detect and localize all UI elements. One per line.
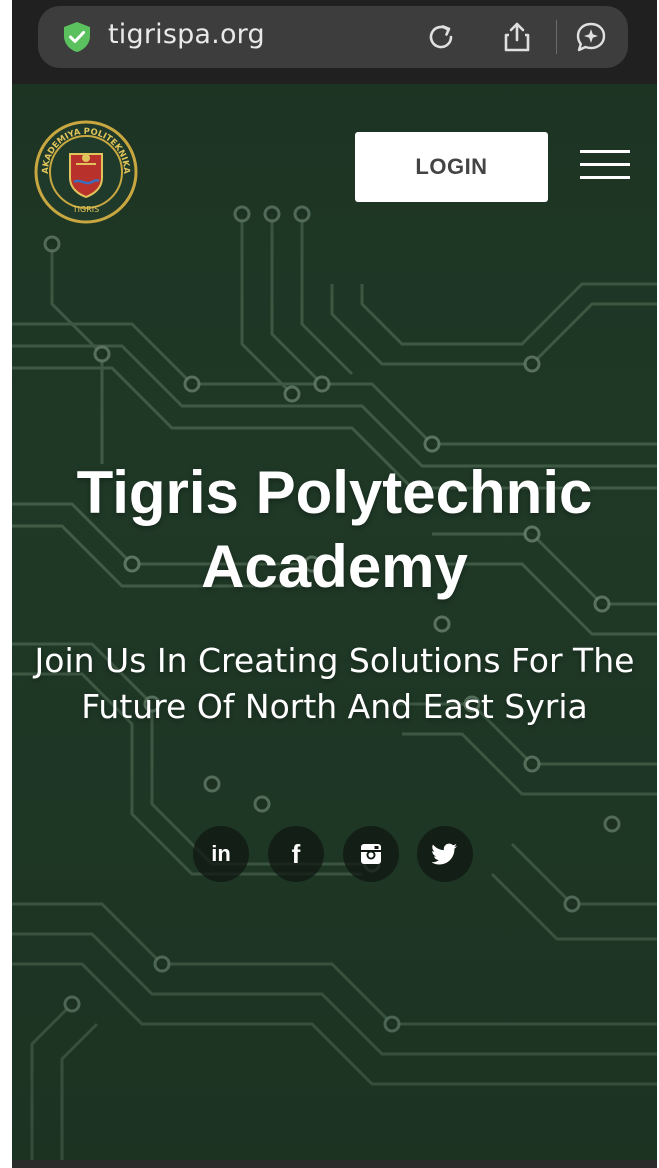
bottom-bar <box>12 1160 657 1168</box>
share-icon[interactable] <box>500 20 534 54</box>
hero-section: AKADEMIYA POLITEKNIKA TIGRIS LOGIN Tigri… <box>12 84 657 1160</box>
hero-overlay <box>12 84 657 1160</box>
instagram-glyph <box>361 844 381 864</box>
facebook-icon[interactable]: f <box>268 826 324 882</box>
twitter-icon[interactable] <box>417 826 473 882</box>
assistant-icon[interactable] <box>574 20 608 54</box>
url-text[interactable]: tigrispa.org <box>108 19 265 50</box>
instagram-icon[interactable] <box>343 826 399 882</box>
hamburger-menu-icon[interactable] <box>580 150 630 180</box>
academy-logo[interactable]: AKADEMIYA POLITEKNIKA TIGRIS <box>34 120 138 224</box>
hero-subtitle: Join Us In Creating Solutions For The Fu… <box>34 641 635 726</box>
toolbar-divider <box>556 20 557 54</box>
linkedin-icon[interactable]: in <box>193 826 249 882</box>
hero-title: Tigris Polytechnic Academy <box>76 459 593 600</box>
login-button[interactable]: LOGIN <box>355 132 548 202</box>
address-bar[interactable]: tigrispa.org <box>38 6 628 68</box>
facebook-glyph: f <box>291 838 301 869</box>
browser-toolbar: tigrispa.org <box>12 0 657 84</box>
shield-check-icon <box>64 22 90 52</box>
logo-bottom-text: TIGRIS <box>72 205 99 214</box>
twitter-glyph <box>432 843 457 865</box>
page-frame: tigrispa.org AKADEMIYA POLITEKNIKA TIGRI… <box>12 0 657 1168</box>
reload-icon[interactable] <box>424 20 458 54</box>
linkedin-glyph: in <box>211 841 231 866</box>
